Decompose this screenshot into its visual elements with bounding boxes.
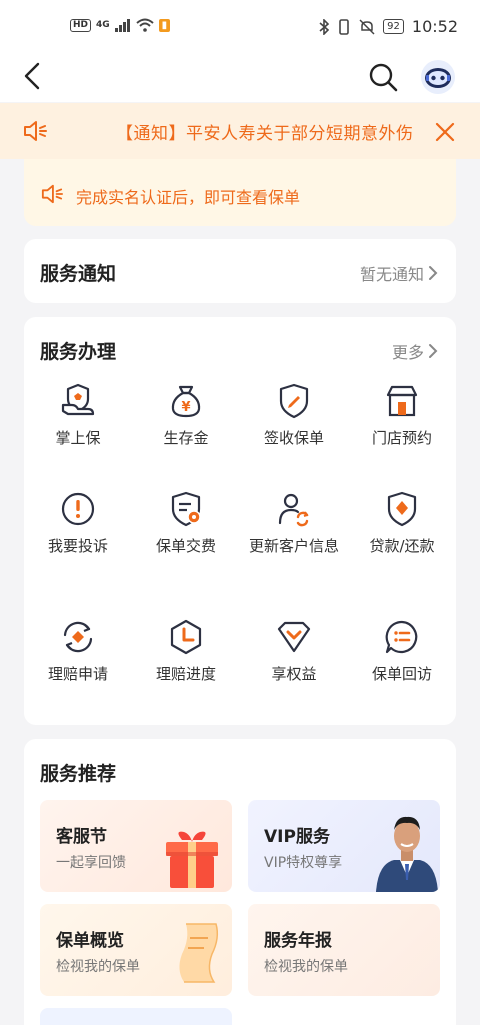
service-item-claim-progress[interactable]: 理赔进度 xyxy=(132,619,240,685)
more-link[interactable]: 更多 xyxy=(392,339,438,363)
notice-banner[interactable]: 【通知】平安人寿关于部分短期意外伤 xyxy=(0,103,480,159)
service-item-policy-pay[interactable]: 保单交费 xyxy=(132,491,240,557)
service-notice-status-text: 暂无通知 xyxy=(359,265,424,284)
service-item-mendian[interactable]: 门店预约 xyxy=(348,383,456,449)
service-item-update-info[interactable]: 更新客户信息 xyxy=(240,491,348,557)
back-arrow-icon[interactable] xyxy=(18,60,50,92)
service-item-label: 理赔进度 xyxy=(155,665,216,683)
service-notice-card[interactable]: 服务通知 暂无通知 xyxy=(24,239,456,303)
rec-card-subtitle: 检视我的保单 xyxy=(56,959,140,975)
chevron-right-icon xyxy=(429,344,438,358)
service-item-label: 签收保单 xyxy=(263,429,324,447)
speaker-icon xyxy=(41,184,63,204)
certification-text: 完成实名认证后，即可查看保单 xyxy=(76,188,301,207)
rec-card-title: 保单概览 xyxy=(56,931,124,951)
rec-card-vip[interactable]: VIP服务 VIP特权尊享 xyxy=(248,800,440,892)
service-item-label: 保单交费 xyxy=(155,537,216,555)
bluetooth-icon xyxy=(319,18,330,35)
service-item-claim-apply[interactable]: 理赔申请 xyxy=(24,619,132,685)
rec-card-annual-report[interactable]: 服务年报 检视我的保单 xyxy=(248,904,440,996)
exclamation-icon xyxy=(61,492,95,526)
service-recommend-title: 服务推荐 xyxy=(40,763,117,785)
robot-assistant-icon[interactable] xyxy=(420,59,456,95)
more-link-text: 更多 xyxy=(391,343,424,362)
rec-card-kefujie[interactable]: 客服节 一起享回馈 xyxy=(40,800,232,892)
wifi-icon xyxy=(136,18,154,32)
clock: 10:52 xyxy=(411,17,458,36)
gift-box-icon xyxy=(166,831,218,888)
service-item-shengcunjin[interactable]: ¥ 生存金 xyxy=(132,383,240,449)
network-label: 4G xyxy=(96,20,110,30)
service-item-label: 更新客户信息 xyxy=(248,537,339,555)
signal-icon xyxy=(114,18,130,32)
vip-agent-portrait xyxy=(376,816,438,892)
claim-refresh-icon xyxy=(63,621,93,653)
mute-icon xyxy=(359,18,375,35)
service-notice-title: 服务通知 xyxy=(40,263,117,285)
service-item-complaint[interactable]: 我要投诉 xyxy=(24,491,132,557)
service-item-revisit[interactable]: 保单回访 xyxy=(348,619,456,685)
service-item-label: 贷款/还款 xyxy=(369,537,435,555)
service-item-label: 门店预约 xyxy=(371,429,432,447)
service-item-label: 我要投诉 xyxy=(47,537,108,555)
chevron-right-icon xyxy=(429,266,438,280)
app-notify-icon: ▮ xyxy=(158,18,171,32)
nav-bar xyxy=(0,52,480,102)
status-bar: HD 4G ▮ 92 10:52 xyxy=(0,0,480,52)
rec-card-title: 客服节 xyxy=(56,827,107,847)
service-recommend-card: 服务推荐 客服节 一起享回馈 VIP服务 VIP特权尊享 保单概览 检视我的保单 xyxy=(24,739,456,1025)
rec-card-subtitle: 一起享回馈 xyxy=(56,855,126,871)
status-right: 92 10:52 xyxy=(319,17,458,36)
certification-banner[interactable]: 完成实名认证后，即可查看保单 xyxy=(24,159,456,226)
shield-pen-icon xyxy=(279,383,309,419)
service-item-zhangshangbao[interactable]: 掌上保 xyxy=(24,383,132,449)
chat-list-icon xyxy=(385,620,418,654)
service-item-label: 保单回访 xyxy=(371,665,432,683)
service-item-label: 理赔申请 xyxy=(47,665,108,683)
document-scroll-icon xyxy=(179,923,219,983)
service-handle-card: 服务办理 更多 掌上保 ¥ 生存金 签收保单 门店预约 我要投诉 保单交费 更新… xyxy=(24,317,456,725)
service-item-label: 享权益 xyxy=(271,665,317,683)
rec-card-title: VIP服务 xyxy=(264,827,330,847)
close-icon[interactable] xyxy=(434,121,456,143)
service-item-loan[interactable]: 贷款/还款 xyxy=(348,491,456,557)
service-item-qianshou[interactable]: 签收保单 xyxy=(240,383,348,449)
rec-card-partial[interactable] xyxy=(40,1008,232,1025)
rec-card-subtitle: VIP特权尊享 xyxy=(264,855,343,871)
rec-card-subtitle: 检视我的保单 xyxy=(264,959,348,975)
speaker-icon xyxy=(24,121,47,141)
hand-shield-icon xyxy=(61,383,95,416)
hexagon-clock-icon xyxy=(170,619,202,655)
service-item-benefits[interactable]: 享权益 xyxy=(240,619,348,685)
notice-text[interactable]: 【通知】平安人寿关于部分短期意外伤 xyxy=(116,119,436,143)
service-notice-status[interactable]: 暂无通知 xyxy=(360,261,438,285)
store-icon xyxy=(386,385,418,417)
service-item-label: 掌上保 xyxy=(55,429,101,447)
battery-level: 92 xyxy=(383,19,404,34)
diamond-badge-icon xyxy=(277,621,311,653)
status-left: HD 4G ▮ xyxy=(70,18,171,32)
hd-badge: HD xyxy=(70,18,92,32)
user-refresh-icon xyxy=(278,493,309,527)
money-bag-icon: ¥ xyxy=(171,385,201,418)
service-handle-title: 服务办理 xyxy=(40,341,117,363)
rec-card-policy-overview[interactable]: 保单概览 检视我的保单 xyxy=(40,904,232,996)
shield-diamond-icon xyxy=(387,491,417,527)
search-icon[interactable] xyxy=(366,60,400,94)
rec-card-title: 服务年报 xyxy=(264,931,332,951)
vibrate-icon xyxy=(339,18,349,35)
policy-pay-icon xyxy=(171,491,201,527)
svg-text:¥: ¥ xyxy=(181,400,190,415)
service-item-label: 生存金 xyxy=(163,429,209,447)
